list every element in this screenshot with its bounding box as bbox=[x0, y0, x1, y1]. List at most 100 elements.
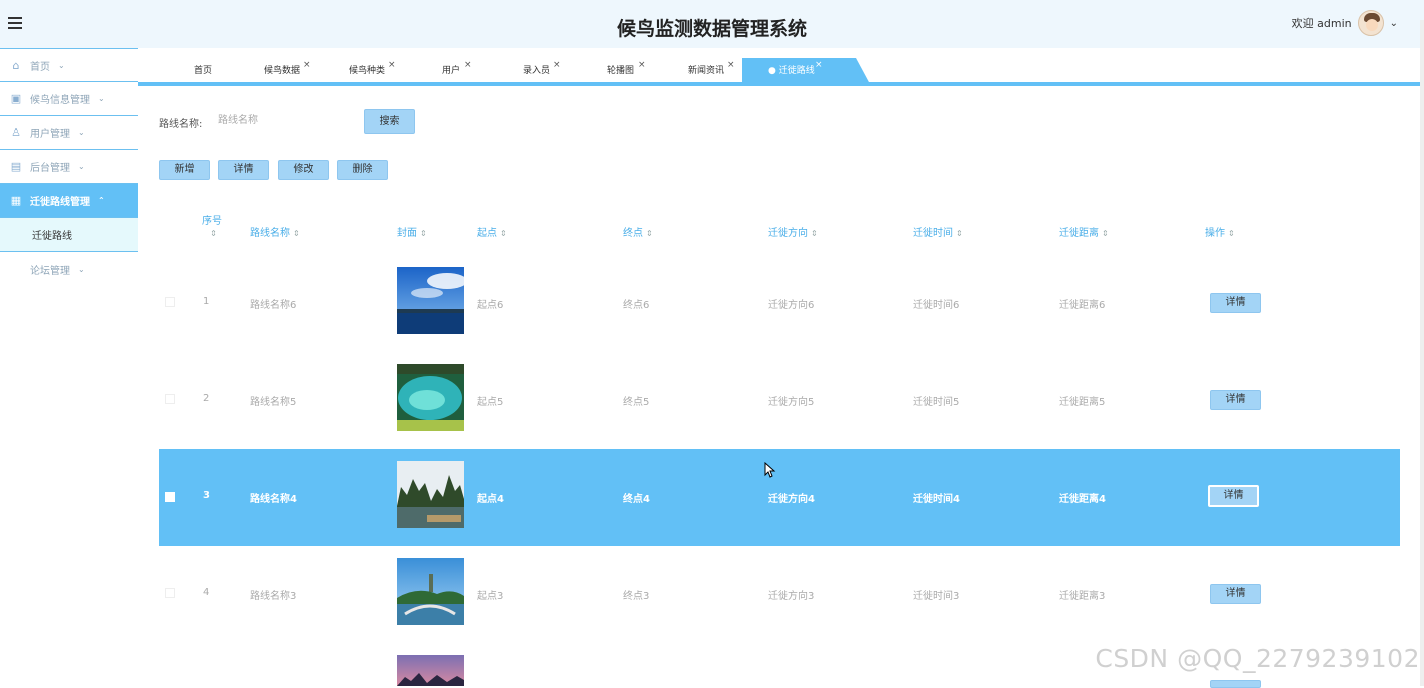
sidebar-subitem-migration-route[interactable]: 迁徙路线 bbox=[0, 218, 138, 252]
time-cell: 迁徙时间3 bbox=[913, 591, 960, 602]
sort-icon[interactable]: ⇕ bbox=[210, 229, 217, 238]
mouse-cursor-icon bbox=[764, 462, 776, 478]
start-cell: 起点3 bbox=[477, 591, 504, 602]
header-label: 起点 bbox=[477, 228, 497, 239]
sort-icon: ⇕ bbox=[646, 229, 653, 238]
table-row-selected[interactable]: 3 路线名称4 起点4 终点4 迁徙方向4 迁徙时间4 迁徙距离4 详情 bbox=[159, 449, 1400, 546]
header-direction[interactable]: 迁徙方向 ⇕ bbox=[768, 224, 818, 239]
cover-image bbox=[397, 655, 464, 686]
tab-recorders[interactable]: 录入员 × bbox=[523, 58, 561, 84]
header-actions[interactable]: 操作 ⇕ bbox=[1205, 224, 1235, 239]
sidebar-item-home[interactable]: ⌂ 首页 ⌄ bbox=[0, 48, 138, 82]
sidebar-item-label: 候鸟信息管理 bbox=[30, 95, 90, 106]
sidebar-item-forum[interactable]: 论坛管理 ⌄ bbox=[0, 252, 138, 286]
distance-cell: 迁徙距离5 bbox=[1059, 397, 1106, 408]
avatar[interactable] bbox=[1357, 10, 1384, 36]
row-detail-button-partial[interactable] bbox=[1210, 680, 1261, 688]
scrollbar[interactable] bbox=[1420, 20, 1424, 686]
system-title: 候鸟监测数据管理系统 bbox=[616, 18, 807, 40]
header-index[interactable]: 序号 ⇕ bbox=[202, 216, 222, 240]
time-cell: 迁徙时间6 bbox=[913, 300, 960, 311]
row-index: 4 bbox=[203, 587, 210, 598]
sidebar-item-users[interactable]: ♙ 用户管理 ⌄ bbox=[0, 116, 138, 150]
home-icon: ⌂ bbox=[12, 58, 20, 72]
sidebar-item-label: 用户管理 bbox=[30, 129, 70, 140]
direction-cell: 迁徙方向4 bbox=[768, 494, 815, 505]
tab-label: 用户 bbox=[442, 66, 461, 76]
sidebar-item-label: 后台管理 bbox=[30, 163, 70, 174]
close-icon[interactable]: × bbox=[815, 52, 823, 78]
user-menu[interactable]: 欢迎 admin ⌄ bbox=[1292, 10, 1398, 36]
row-detail-button[interactable]: 详情 bbox=[1208, 485, 1259, 507]
tab-carousel[interactable]: 轮播图 × bbox=[607, 58, 646, 84]
close-icon[interactable]: × bbox=[638, 52, 646, 78]
header-label: 迁徙距离 bbox=[1059, 228, 1099, 239]
close-icon[interactable]: × bbox=[727, 52, 735, 78]
end-cell: 终点5 bbox=[623, 397, 650, 408]
end-cell: 终点4 bbox=[623, 494, 650, 505]
watermark: CSDN @QQ_2279239102 bbox=[1095, 644, 1420, 673]
tab-bird-data[interactable]: 候鸟数据 × bbox=[264, 58, 311, 84]
tab-label: 新闻资讯 bbox=[688, 66, 725, 76]
direction-cell: 迁徙方向6 bbox=[768, 300, 815, 311]
header-label: 迁徙方向 bbox=[768, 228, 808, 239]
time-cell: 迁徙时间5 bbox=[913, 397, 960, 408]
search-button[interactable]: 搜索 bbox=[364, 109, 415, 134]
row-index: 3 bbox=[203, 490, 210, 501]
row-index: 1 bbox=[203, 296, 210, 307]
sidebar-item-label: 论坛管理 bbox=[30, 265, 70, 277]
header-label: 终点 bbox=[623, 228, 643, 239]
close-icon[interactable]: × bbox=[464, 52, 472, 78]
cover-image bbox=[397, 558, 464, 625]
header-distance[interactable]: 迁徙距离 ⇕ bbox=[1059, 224, 1109, 239]
tab-bird-species[interactable]: 候鸟种类 × bbox=[349, 58, 396, 84]
route-name-cell: 路线名称4 bbox=[250, 494, 297, 505]
sort-icon: ⇕ bbox=[420, 229, 427, 238]
header-start[interactable]: 起点 ⇕ bbox=[477, 224, 507, 239]
time-cell: 迁徙时间4 bbox=[913, 494, 960, 505]
sidebar-item-bird-info[interactable]: ▣ 候鸟信息管理 ⌄ bbox=[0, 82, 138, 116]
close-icon[interactable]: × bbox=[303, 52, 311, 78]
delete-button[interactable]: 删除 bbox=[337, 160, 388, 180]
tab-label: 轮播图 bbox=[607, 66, 635, 76]
route-name-search-input[interactable] bbox=[210, 109, 350, 131]
sidebar-item-migration-routes[interactable]: ▦ 迁徙路线管理 ⌃ bbox=[0, 184, 138, 218]
row-checkbox[interactable] bbox=[165, 588, 175, 598]
edit-button[interactable]: 修改 bbox=[278, 160, 329, 180]
row-checkbox[interactable] bbox=[165, 394, 175, 404]
header-label: 序号 bbox=[202, 216, 222, 227]
sort-icon: ⇕ bbox=[500, 229, 507, 238]
tab-migration-routes[interactable]: ● 迁徙路线 × bbox=[742, 58, 870, 84]
tab-label: 录入员 bbox=[523, 66, 551, 76]
direction-cell: 迁徙方向5 bbox=[768, 397, 815, 408]
chevron-down-icon[interactable]: ⌄ bbox=[1390, 18, 1398, 29]
row-checkbox[interactable] bbox=[165, 297, 175, 307]
detail-button[interactable]: 详情 bbox=[218, 160, 269, 180]
tab-users[interactable]: 用户 × bbox=[442, 58, 472, 84]
header-cover[interactable]: 封面 ⇕ bbox=[397, 224, 427, 239]
end-cell: 终点3 bbox=[623, 591, 650, 602]
header-time[interactable]: 迁徙时间 ⇕ bbox=[913, 224, 963, 239]
tab-home[interactable]: 首页 bbox=[194, 58, 212, 84]
row-detail-button[interactable]: 详情 bbox=[1210, 584, 1261, 604]
tab-label: 候鸟数据 bbox=[264, 66, 301, 76]
grid-icon: ▦ bbox=[10, 194, 22, 207]
header-route-name[interactable]: 路线名称 ⇕ bbox=[250, 224, 300, 239]
end-cell: 终点6 bbox=[623, 300, 650, 311]
row-checkbox[interactable] bbox=[165, 492, 175, 502]
distance-cell: 迁徙距离4 bbox=[1059, 494, 1106, 505]
header-label: 封面 bbox=[397, 228, 417, 239]
tab-news[interactable]: 新闻资讯 × bbox=[688, 58, 735, 84]
header-label: 操作 bbox=[1205, 228, 1225, 239]
cover-image bbox=[397, 461, 464, 528]
add-button[interactable]: 新增 bbox=[159, 160, 210, 180]
row-detail-button[interactable]: 详情 bbox=[1210, 390, 1261, 410]
row-detail-button[interactable]: 详情 bbox=[1210, 293, 1261, 313]
start-cell: 起点6 bbox=[477, 300, 504, 311]
sort-icon: ⇕ bbox=[956, 229, 963, 238]
row-index: 2 bbox=[203, 393, 210, 404]
header-end[interactable]: 终点 ⇕ bbox=[623, 224, 653, 239]
sidebar-item-backend[interactable]: ▤ 后台管理 ⌄ bbox=[0, 150, 138, 184]
close-icon[interactable]: × bbox=[388, 52, 396, 78]
close-icon[interactable]: × bbox=[553, 52, 561, 78]
